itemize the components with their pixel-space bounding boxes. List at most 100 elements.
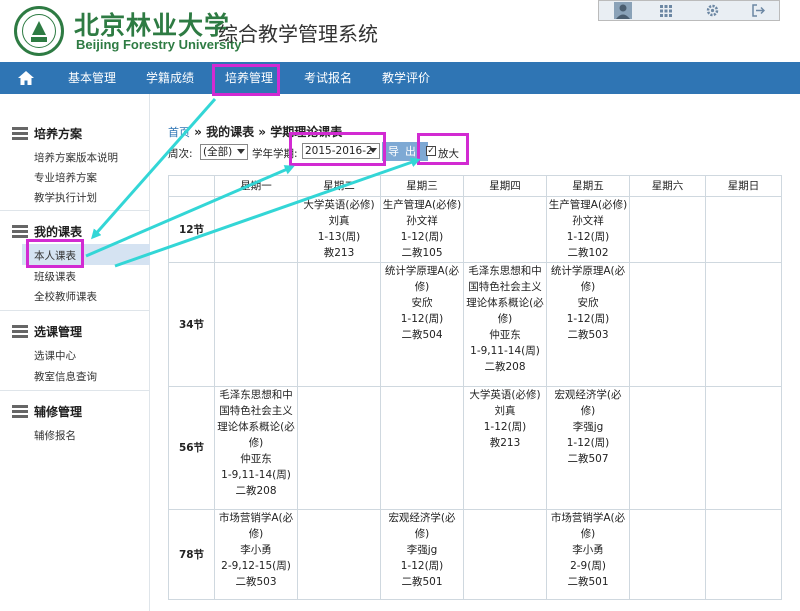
sidebar-item-execution-plan[interactable]: 教学执行计划 xyxy=(34,190,97,205)
home-icon[interactable] xyxy=(17,70,35,86)
sidebar-item-teacher-timetable[interactable]: 全校教师课表 xyxy=(34,289,97,304)
course-info-line: 刘真 xyxy=(494,405,516,417)
empty-cell xyxy=(297,509,381,600)
empty-cell xyxy=(629,386,706,510)
course-info-line: 二教102 xyxy=(567,247,609,259)
course-cell[interactable]: 毛泽东思想和中 国特色社会主义 理论体系概论(必 修) 仲亚东 1-9,11-14(周) 二… xyxy=(214,386,298,510)
course-info-line: 李强jg xyxy=(572,421,604,433)
user-avatar-icon[interactable] xyxy=(613,2,633,19)
gear-icon[interactable] xyxy=(701,2,723,19)
empty-cell xyxy=(705,509,782,600)
course-info-line: 1-9,11-14(周) xyxy=(470,345,540,357)
course-info-line: 李小勇 xyxy=(240,544,272,556)
course-cell[interactable]: 大学英语(必修) 刘真 1-12(周) 教213 xyxy=(463,386,547,510)
list-icon xyxy=(12,325,28,338)
table-row: 34节 统计学原理A(必 修) 安欣 1-12(周) 二教504 毛泽东思想和中 国特色社会主… xyxy=(168,262,782,387)
course-cell[interactable]: 宏观经济学(必 修) 李强jg 1-12(周) 二教507 xyxy=(546,386,630,510)
course-info-line: 李小勇 xyxy=(572,544,604,556)
breadcrumb-home-link[interactable]: 首页 xyxy=(168,126,190,139)
course-info-line: 1-12(周) xyxy=(400,231,444,243)
highlight-box-my-timetable xyxy=(26,239,84,268)
course-cell[interactable]: 大学英语(必修) 刘真 1-13(周) 教213 xyxy=(297,196,381,263)
apps-grid-icon[interactable] xyxy=(655,2,677,19)
user-toolbar xyxy=(598,0,780,21)
empty-cell xyxy=(705,196,782,263)
system-title: 综合教学管理系统 xyxy=(218,22,378,46)
highlight-box-zoom xyxy=(417,133,469,165)
course-info-line: 大学英语(必修) xyxy=(469,389,541,401)
course-info-line: 教213 xyxy=(489,437,521,449)
course-info-line: 孙文祥 xyxy=(572,215,604,227)
sidebar-item-class-timetable[interactable]: 班级课表 xyxy=(34,269,76,284)
course-info-line: 二教208 xyxy=(484,361,526,373)
course-cell[interactable]: 生产管理A(必修) 孙文祥 1-12(周) 二教105 xyxy=(380,196,464,263)
period-label: 56节 xyxy=(168,386,215,510)
logout-icon[interactable] xyxy=(747,2,769,19)
week-select-value: (全部) xyxy=(203,146,233,158)
empty-cell xyxy=(629,262,706,387)
day-header: 星期六 xyxy=(629,175,706,197)
timetable-header-row: 星期一 星期二 星期三 星期四 星期五 星期六 星期日 xyxy=(168,175,782,197)
empty-cell xyxy=(214,196,298,263)
empty-cell xyxy=(380,386,464,510)
course-cell[interactable]: 生产管理A(必修) 孙文祥 1-12(周) 二教102 xyxy=(546,196,630,263)
course-info-line: 统计学原理A(必 xyxy=(550,265,626,277)
table-row: 12节 大学英语(必修) 刘真 1-13(周) 教213 生产管理A(必修) 孙文祥 1-12… xyxy=(168,196,782,263)
course-info-line: 李强jg xyxy=(406,544,438,556)
course-info-line: 1-13(周) xyxy=(317,231,361,243)
nav-item-basic-management[interactable]: 基本管理 xyxy=(68,62,116,94)
main-nav: 基本管理 学籍成绩 培养管理 考试报名 教学评价 xyxy=(0,62,800,94)
empty-cell xyxy=(705,386,782,510)
highlight-box-nav xyxy=(212,64,280,96)
day-header: 星期二 xyxy=(297,175,381,197)
sidebar-divider xyxy=(0,390,150,391)
list-icon xyxy=(12,127,28,140)
timetable: 星期一 星期二 星期三 星期四 星期五 星期六 星期日 12节大学英语(必修) 刘… xyxy=(168,175,782,600)
empty-cell xyxy=(463,196,547,263)
course-cell[interactable]: 市场营销学A(必 修) 李小勇 2-9,12-15(周) 二教503 xyxy=(214,509,298,600)
course-info-line: 生产管理A(必修) xyxy=(548,199,628,211)
sidebar-section-label: 选课管理 xyxy=(34,325,83,339)
sidebar-divider xyxy=(0,310,150,311)
empty-cell xyxy=(297,386,381,510)
course-info-line: 刘真 xyxy=(328,215,350,227)
course-cell[interactable]: 统计学原理A(必 修) 安欣 1-12(周) 二教504 xyxy=(380,262,464,387)
course-info-line: 安欣 xyxy=(577,297,599,309)
sidebar-item-major-plan[interactable]: 专业培养方案 xyxy=(34,170,97,185)
course-info-line: 1-12(周) xyxy=(400,560,444,572)
course-info-line: 市场营销学A(必 xyxy=(218,512,294,524)
list-icon xyxy=(12,225,28,238)
course-info-line: 1-12(周) xyxy=(566,313,610,325)
course-info-line: 修) xyxy=(580,528,596,540)
nav-item-enrollment-grades[interactable]: 学籍成绩 xyxy=(146,62,194,94)
sidebar-item-selection-center[interactable]: 选课中心 xyxy=(34,348,76,363)
course-info-line: 修) xyxy=(248,528,264,540)
list-icon xyxy=(12,405,28,418)
week-select[interactable]: (全部) xyxy=(200,144,248,160)
course-cell[interactable]: 毛泽东思想和中 国特色社会主义 理论体系概论(必 修) 仲亚东 1-9,11-14(周) 二… xyxy=(463,262,547,387)
course-info-line: 1-12(周) xyxy=(400,313,444,325)
corner-cell xyxy=(168,175,215,197)
course-info-line: 安欣 xyxy=(411,297,433,309)
header: 北京林业大学 Beijing Forestry University 综合教学管… xyxy=(0,0,800,62)
course-info-line: 理论体系概论(必 xyxy=(217,421,295,433)
sidebar-item-plan-version[interactable]: 培养方案版本说明 xyxy=(34,150,118,165)
course-cell[interactable]: 宏观经济学(必 修) 李强jg 1-12(周) 二教501 xyxy=(380,509,464,600)
empty-cell xyxy=(705,262,782,387)
course-info-line: 2-9,12-15(周) xyxy=(221,560,291,572)
course-info-line: 修) xyxy=(580,281,596,293)
period-label: 78节 xyxy=(168,509,215,600)
sidebar-section-label: 辅修管理 xyxy=(34,405,83,419)
sidebar-item-classroom-query[interactable]: 教室信息查询 xyxy=(34,369,97,384)
period-label: 12节 xyxy=(168,196,215,263)
sidebar-item-minor-signup[interactable]: 辅修报名 xyxy=(34,428,76,443)
course-cell[interactable]: 市场营销学A(必 修) 李小勇 2-9(周) 二教501 xyxy=(546,509,630,600)
course-info-line: 国特色社会主义 xyxy=(468,281,542,293)
course-info-line: 仲亚东 xyxy=(489,329,521,341)
course-info-line: 修) xyxy=(580,405,596,417)
nav-item-teaching-evaluation[interactable]: 教学评价 xyxy=(382,62,430,94)
nav-item-exam-registration[interactable]: 考试报名 xyxy=(304,62,352,94)
course-info-line: 仲亚东 xyxy=(240,453,272,465)
course-info-line: 宏观经济学(必 xyxy=(388,512,456,524)
course-cell[interactable]: 统计学原理A(必 修) 安欣 1-12(周) 二教503 xyxy=(546,262,630,387)
